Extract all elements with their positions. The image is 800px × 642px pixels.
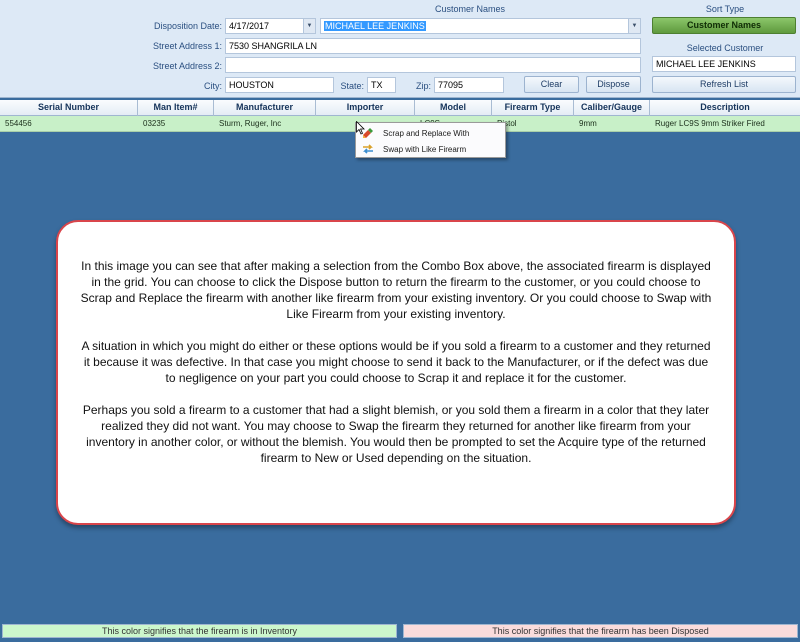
dispose-button[interactable]: Dispose — [586, 76, 641, 93]
street1-label: Street Address 1: — [152, 41, 222, 51]
disposed-color-legend: This color signifies that the firearm ha… — [403, 624, 798, 638]
context-menu: Scrap and Replace With Swap with Like Fi… — [355, 122, 506, 158]
cell-caliber-gauge: 9mm — [579, 119, 597, 128]
customer-name-value: MICHAEL LEE JENKINS — [324, 21, 426, 31]
sort-type-button[interactable]: Customer Names — [652, 17, 796, 34]
city-field[interactable]: HOUSTON — [225, 77, 334, 93]
selected-customer-field[interactable]: MICHAEL LEE JENKINS — [652, 56, 796, 72]
clear-button[interactable]: Clear — [524, 76, 579, 93]
customer-names-combo[interactable]: MICHAEL LEE JENKINS ▼ — [320, 18, 641, 34]
refresh-list-button[interactable]: Refresh List — [652, 76, 796, 93]
state-label: State: — [340, 81, 364, 91]
menu-item-swap-with-like[interactable]: Swap with Like Firearm — [357, 141, 504, 157]
cell-man-item: 03235 — [143, 119, 166, 128]
column-header-model[interactable]: Model — [415, 100, 492, 116]
city-label: City: — [204, 81, 222, 91]
state-field[interactable]: TX — [367, 77, 396, 93]
chevron-down-icon: ▼ — [631, 23, 638, 29]
grid-header: Serial Number Man Item# Manufacturer Imp… — [0, 100, 800, 116]
column-header-caliber-gauge[interactable]: Caliber/Gauge — [574, 100, 650, 116]
callout-paragraph: In this image you can see that after mak… — [80, 259, 712, 321]
column-header-description[interactable]: Description — [650, 100, 800, 116]
column-header-importer[interactable]: Importer — [316, 100, 415, 116]
customer-dropdown-button[interactable]: ▼ — [628, 19, 640, 33]
cell-manufacturer: Sturm, Ruger, Inc — [219, 119, 282, 128]
zip-label: Zip: — [415, 81, 431, 91]
cell-serial-number: 554456 — [5, 119, 32, 128]
column-header-manufacturer[interactable]: Manufacturer — [214, 100, 316, 116]
zip-field[interactable]: 77095 — [434, 77, 504, 93]
swap-icon — [357, 141, 379, 157]
menu-item-scrap-and-replace[interactable]: Scrap and Replace With — [357, 125, 504, 141]
column-header-firearm-type[interactable]: Firearm Type — [492, 100, 574, 116]
help-callout: In this image you can see that after mak… — [56, 220, 736, 525]
disposition-date-value: 4/17/2017 — [229, 21, 270, 31]
sort-type-heading: Sort Type — [705, 4, 745, 14]
date-dropdown-button[interactable]: ▼ — [303, 19, 315, 33]
menu-item-label: Scrap and Replace With — [383, 128, 470, 138]
column-header-serial-number[interactable]: Serial Number — [0, 100, 138, 116]
street2-label: Street Address 2: — [152, 61, 222, 71]
column-header-man-item[interactable]: Man Item# — [138, 100, 214, 116]
disposition-date-picker[interactable]: 4/17/2017 ▼ — [225, 18, 316, 34]
street1-field[interactable]: 7530 SHANGRILA LN — [225, 38, 641, 54]
cell-description: Ruger LC9S 9mm Striker Fired — [655, 119, 765, 128]
selected-customer-heading: Selected Customer — [686, 43, 764, 53]
customer-names-heading: Customer Names — [434, 4, 506, 14]
street2-field[interactable] — [225, 57, 641, 73]
disposition-date-label: Disposition Date: — [153, 21, 222, 31]
callout-paragraph: Perhaps you sold a firearm to a customer… — [82, 403, 710, 465]
menu-item-label: Swap with Like Firearm — [383, 144, 467, 154]
header-panel: Customer Names Sort Type Disposition Dat… — [0, 0, 800, 98]
callout-paragraph: A situation in which you might do either… — [81, 339, 711, 385]
inventory-color-legend: This color signifies that the firearm is… — [2, 624, 397, 638]
chevron-down-icon: ▼ — [306, 23, 313, 29]
mouse-cursor-icon — [356, 121, 365, 135]
